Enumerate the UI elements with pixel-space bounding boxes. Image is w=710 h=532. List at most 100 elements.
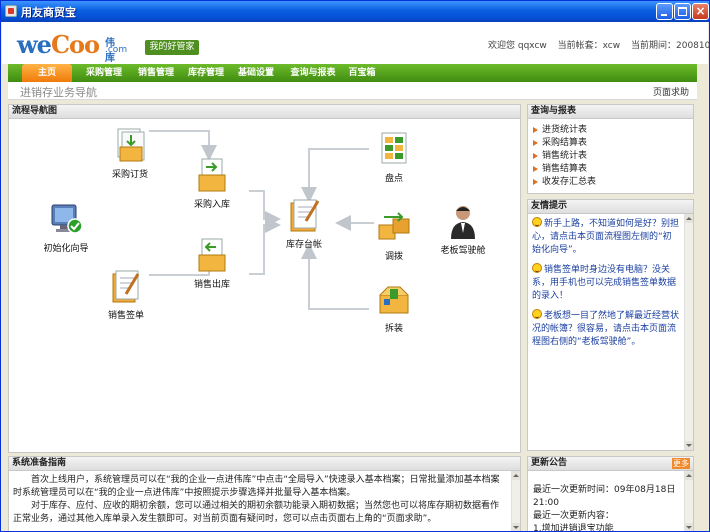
- stock-ledger-icon: [286, 197, 322, 235]
- node-stock-ledger[interactable]: 库存台帐: [269, 197, 339, 250]
- scroll-up-icon[interactable]: [512, 471, 520, 480]
- nav-item-purchase[interactable]: 采购管理: [78, 64, 130, 82]
- logo-domain: .com: [105, 45, 128, 55]
- smiley-icon: [532, 263, 542, 273]
- node-label: 盘点: [384, 174, 403, 184]
- tip-item: 销售签单时身边没有电脑？没关系，用手机也可以完成销售签单数据的录入！: [532, 263, 680, 303]
- minimize-button[interactable]: [656, 3, 673, 20]
- news-panel: 更新公告 更多 最近一次更新时间：09年08月18日 21:00 最近一次更新内容…: [527, 456, 694, 532]
- close-button[interactable]: ×: [692, 3, 709, 20]
- logo-we: we: [17, 30, 52, 59]
- node-label: 拆装: [384, 324, 403, 334]
- minimize-icon: [661, 14, 667, 16]
- node-sales-out[interactable]: 销售出库: [177, 237, 247, 290]
- tip-item: 老板想一目了然地了解最近经营状况的帐簿？很容易，请点击本页面流程图右侧的“老板驾…: [532, 309, 680, 349]
- app-window: 用友商贸宝 × weCoo 伟库网 .com 我的好管家 欢迎您 qqxcw 当…: [0, 0, 710, 532]
- logo: weCoo 伟库网 .com 我的好管家: [17, 30, 199, 79]
- scroll-down-icon[interactable]: [685, 441, 693, 450]
- node-label: 老板驾驶舱: [440, 246, 486, 256]
- node-label: 库存台帐: [285, 240, 322, 250]
- guide-paragraph: 对于库存、应付、应收的期初余额，您可以通过相关的期初余额功能录入期初数据；当然您…: [13, 501, 500, 524]
- user-info: 欢迎您 qqxcw 当前帐套：xcw 当前期间：200810: [488, 38, 709, 51]
- boss-icon: [445, 203, 481, 241]
- news-line: 最近一次更新时间：09年08月18日: [533, 485, 676, 495]
- guide-body: 首次上线用户，系统管理员可以在“我的企业一点进伟库”中点击“全局导入”快速录入基…: [13, 474, 507, 526]
- report-list: 进货统计表 采购结算表 销售统计表 销售结算表 收发存汇总表: [532, 124, 596, 189]
- nav-item-settings[interactable]: 基础设置: [230, 64, 282, 82]
- nav-item-inventory[interactable]: 库存管理: [180, 64, 232, 82]
- news-scrollbar[interactable]: [684, 471, 693, 531]
- tip-text: 老板想一目了然地了解最近经营状况的帐簿？很容易，请点击本页面流程图右侧的“老板驾…: [532, 311, 680, 347]
- tips-panel-title: 友情提示: [528, 200, 693, 214]
- node-purchase-in[interactable]: 采购入库: [177, 157, 247, 210]
- tips-scrollbar[interactable]: [684, 214, 693, 450]
- news-line: 21:00: [533, 498, 559, 508]
- report-item[interactable]: 销售结算表: [532, 163, 596, 176]
- node-label: 调拨: [384, 252, 403, 262]
- tips-body: 新手上路，不知道如何是好？别担心，请点击本页面流程图左侧的“初始化向导”。 销售…: [532, 217, 680, 355]
- window-title: 用友商贸宝: [21, 6, 76, 19]
- welcome-text: 欢迎您 qqxcw: [488, 41, 547, 51]
- news-line: 最近一次更新内容：: [533, 511, 615, 521]
- logo-coo: Coo: [50, 30, 100, 59]
- flow-arrows: [149, 130, 374, 310]
- node-stocktake[interactable]: 盘点: [359, 131, 429, 184]
- nav-item-sales[interactable]: 销售管理: [130, 64, 182, 82]
- guide-scrollbar[interactable]: [511, 471, 520, 531]
- nav-item-home[interactable]: 主页: [22, 64, 72, 82]
- transfer-icon: [376, 209, 412, 247]
- logo-badge: 我的好管家: [145, 40, 199, 55]
- sub-bar: 进销存业务导航 页面求助: [8, 82, 697, 100]
- node-disassembly[interactable]: 拆装: [359, 281, 429, 334]
- news-panel-title: 更新公告 更多: [528, 457, 693, 471]
- tip-text: 新手上路，不知道如何是好？别担心，请点击本页面流程图左侧的“初始化向导”。: [532, 219, 680, 255]
- node-label: 采购入库: [193, 200, 230, 210]
- tip-item: 新手上路，不知道如何是好？别担心，请点击本页面流程图左侧的“初始化向导”。: [532, 217, 680, 257]
- purchase-in-icon: [194, 157, 230, 195]
- report-item[interactable]: 进货统计表: [532, 124, 596, 137]
- tips-panel: 友情提示 新手上路，不知道如何是好？别担心，请点击本页面流程图左侧的“初始化向导…: [527, 199, 694, 451]
- node-init-wizard[interactable]: 初始化向导: [31, 201, 101, 254]
- scroll-up-icon[interactable]: [685, 471, 693, 480]
- maximize-button[interactable]: [674, 3, 691, 20]
- app-icon: [5, 5, 17, 17]
- main-nav: 主页 采购管理 销售管理 库存管理 基础设置 查询与报表 百宝箱: [8, 64, 697, 82]
- account-text: 当前帐套：xcw: [557, 41, 621, 51]
- title-bar[interactable]: 用友商贸宝 ×: [1, 1, 709, 22]
- report-item[interactable]: 采购结算表: [532, 137, 596, 150]
- report-item[interactable]: 销售统计表: [532, 150, 596, 163]
- flow-panel: 流程导航图 采购订货 采购入库 初始化向导 销售出库 销售签单 库存台帐 盘点 …: [8, 104, 521, 453]
- app-header: weCoo 伟库网 .com 我的好管家 欢迎您 qqxcw 当前帐套：xcw …: [2, 22, 709, 79]
- news-title: 更新公告: [531, 458, 568, 468]
- news-line: 1.增加进销退宝功能: [533, 524, 614, 532]
- more-button[interactable]: 更多: [672, 458, 690, 469]
- scroll-down-icon[interactable]: [685, 523, 693, 531]
- report-panel-title: 查询与报表: [528, 105, 693, 119]
- disassembly-icon: [376, 281, 412, 319]
- node-label: 销售出库: [193, 280, 230, 290]
- monitor-check-icon: [48, 201, 84, 239]
- node-transfer[interactable]: 调拨: [359, 209, 429, 262]
- flow-panel-title: 流程导航图: [9, 105, 520, 119]
- node-label: 初始化向导: [43, 244, 89, 254]
- scroll-down-icon[interactable]: [512, 523, 520, 531]
- tip-text: 销售签单时身边没有电脑？没关系，用手机也可以完成销售签单数据的录入！: [532, 265, 677, 301]
- news-body: 最近一次更新时间：09年08月18日 21:00 最近一次更新内容： 1.增加进…: [533, 484, 683, 532]
- page-help-link[interactable]: 页面求助: [653, 85, 689, 98]
- node-purchase-order[interactable]: 采购订货: [95, 127, 165, 180]
- report-item[interactable]: 收发存汇总表: [532, 176, 596, 189]
- scroll-up-icon[interactable]: [685, 214, 693, 223]
- breadcrumb: 进销存业务导航: [20, 86, 97, 99]
- node-boss-cockpit[interactable]: 老板驾驶舱: [428, 203, 498, 256]
- stocktake-icon: [376, 131, 412, 169]
- guide-panel: 系统准备指南 首次上线用户，系统管理员可以在“我的企业一点进伟库”中点击“全局导…: [8, 456, 521, 531]
- node-sales-sign[interactable]: 销售签单: [91, 268, 161, 321]
- smiley-icon: [532, 309, 542, 319]
- node-label: 销售签单: [107, 311, 144, 321]
- sales-out-icon: [194, 237, 230, 275]
- node-label: 采购订货: [111, 170, 148, 180]
- maximize-icon: [678, 7, 687, 16]
- nav-item-reports[interactable]: 查询与报表: [283, 64, 343, 82]
- nav-item-toolbox[interactable]: 百宝箱: [342, 64, 382, 82]
- guide-paragraph: 首次上线用户，系统管理员可以在“我的企业一点进伟库”中点击“全局导入”快速录入基…: [13, 475, 500, 498]
